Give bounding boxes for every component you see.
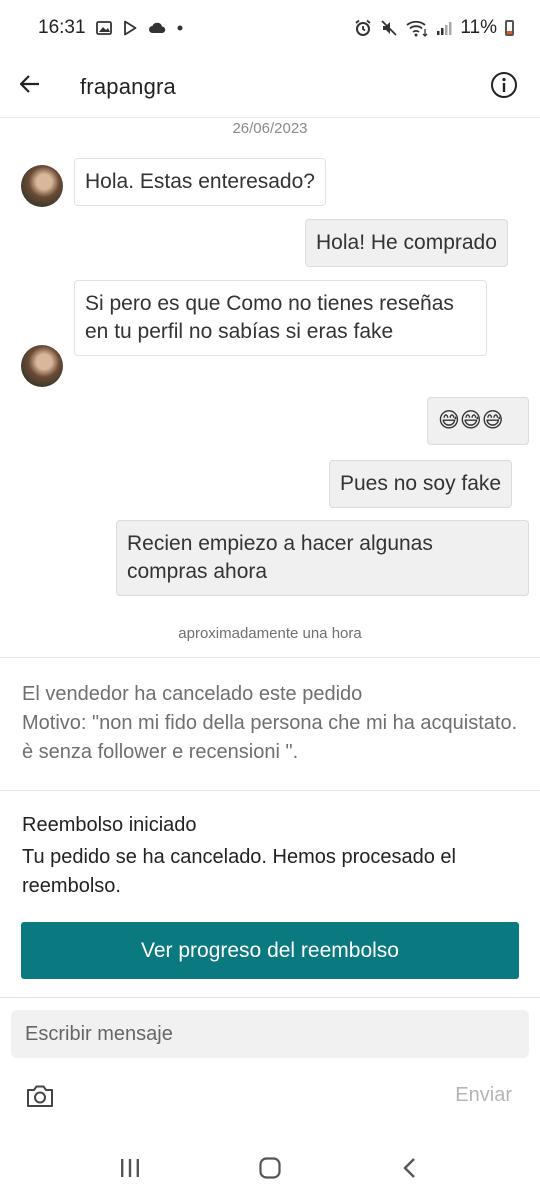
- message-input[interactable]: Escribir mensaje: [11, 1010, 529, 1058]
- home-button[interactable]: [240, 1145, 300, 1195]
- gallery-icon: [95, 20, 112, 36]
- view-refund-progress-button[interactable]: Ver progreso del reembolso: [21, 922, 519, 979]
- conversation-title[interactable]: frapangra: [80, 74, 176, 100]
- message-time: aproximadamente una hora: [178, 625, 362, 642]
- dot-icon: [176, 24, 184, 32]
- system-nav-bar: [0, 1140, 540, 1200]
- message-bubble: 😅😅😅: [427, 397, 529, 445]
- message-bubble: Si pero es que Como no tienes reseñas en…: [74, 280, 487, 356]
- chat-header: frapangra: [0, 56, 540, 118]
- conversation-date: 26/06/2023: [232, 120, 308, 137]
- camera-button[interactable]: [22, 1080, 58, 1116]
- cancel-title: El vendedor ha cancelado este pedido: [22, 683, 363, 705]
- back-button[interactable]: [0, 56, 60, 118]
- divider: [0, 657, 540, 658]
- wifi-icon: [406, 19, 428, 37]
- send-button[interactable]: Enviar: [455, 1084, 512, 1107]
- recent-apps-button[interactable]: [100, 1145, 160, 1195]
- avatar[interactable]: [21, 345, 63, 387]
- mute-icon: [380, 19, 398, 37]
- refund-text: Tu pedido se ha cancelado. Hemos procesa…: [22, 846, 456, 897]
- cancel-reason: Motivo: "non mi fido della persona che m…: [22, 712, 518, 763]
- clock: 16:31: [38, 17, 86, 38]
- cloud-icon: [148, 21, 166, 35]
- message-bubble: Hola. Estas enteresado?: [74, 158, 326, 206]
- divider: [0, 790, 540, 791]
- message-bubble: Pues no soy fake: [329, 460, 513, 508]
- divider: [0, 997, 540, 998]
- arrow-left-icon: [18, 72, 42, 101]
- refund-title: Reembolso iniciado: [22, 814, 197, 836]
- home-icon: [258, 1156, 282, 1185]
- camera-icon: [25, 1083, 55, 1114]
- signal-icon: [436, 20, 452, 36]
- play-store-icon: [122, 20, 138, 36]
- system-back-button[interactable]: [380, 1145, 440, 1195]
- alarm-icon: [354, 19, 372, 37]
- info-icon: [490, 71, 518, 104]
- message-bubble: Recien empiezo a hacer algunas compras a…: [116, 520, 529, 596]
- chevron-left-icon: [402, 1157, 418, 1184]
- battery-percent: 11%: [460, 17, 497, 38]
- status-bar: 16:31 11%: [0, 0, 540, 56]
- info-button[interactable]: [486, 69, 522, 105]
- cancel-notice: El vendedor ha cancelado este pedido Mot…: [22, 680, 522, 767]
- battery-icon: [505, 20, 514, 36]
- message-bubble: Hola! He comprado: [305, 219, 508, 267]
- recent-apps-icon: [119, 1158, 141, 1183]
- avatar[interactable]: [21, 165, 63, 207]
